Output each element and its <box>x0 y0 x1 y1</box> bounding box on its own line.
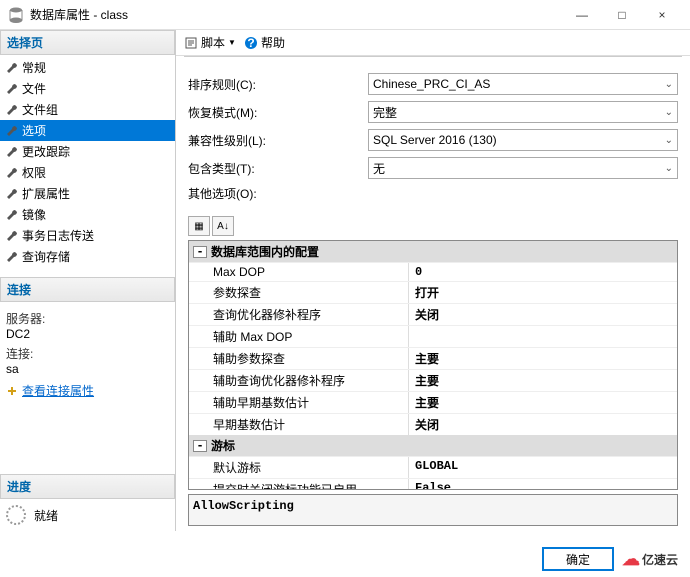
wrench-icon <box>6 83 18 95</box>
prop-row[interactable]: 默认游标GLOBAL <box>189 456 677 478</box>
prop-category[interactable]: -游标 <box>189 435 677 456</box>
svg-text:?: ? <box>247 36 254 50</box>
wrench-icon <box>6 209 18 221</box>
select-page-header: 选择页 <box>0 30 175 55</box>
script-icon <box>184 36 198 50</box>
nav-item-8[interactable]: 事务日志传送 <box>0 225 175 246</box>
nav-item-5[interactable]: 权限 <box>0 162 175 183</box>
nav-item-2[interactable]: 文件组 <box>0 99 175 120</box>
recovery-label: 恢复模式(M): <box>188 104 368 121</box>
progress-status: 就绪 <box>34 507 58 524</box>
server-label: 服务器: <box>6 310 169 327</box>
prop-row[interactable]: 提交时关闭游标功能已启用False <box>189 478 677 490</box>
nav-item-6[interactable]: 扩展属性 <box>0 183 175 204</box>
close-button[interactable]: × <box>642 1 682 29</box>
dropdown-arrow-icon: ▼ <box>228 38 236 47</box>
prop-row[interactable]: 参数探查打开 <box>189 281 677 303</box>
wrench-icon <box>6 230 18 242</box>
grid-categorize-button[interactable]: ▦ <box>188 216 210 236</box>
compat-label: 兼容性级别(L): <box>188 132 368 149</box>
server-value: DC2 <box>6 327 169 341</box>
ok-button[interactable]: 确定 <box>542 547 614 571</box>
logo: ☁亿速云 <box>622 549 678 570</box>
sidebar: 选择页 常规文件文件组选项更改跟踪权限扩展属性镜像事务日志传送查询存储 连接 服… <box>0 30 175 531</box>
prop-category[interactable]: -数据库范围内的配置 <box>189 241 677 262</box>
content-area: 脚本 ▼ ? 帮助 排序规则(C): Chinese_PRC_CI_AS⌄ 恢复… <box>175 30 690 531</box>
property-description: AllowScripting <box>188 494 678 526</box>
prop-row[interactable]: 辅助查询优化器修补程序主要 <box>189 369 677 391</box>
connection-icon <box>6 385 18 397</box>
conn-value: sa <box>6 362 169 376</box>
nav-item-9[interactable]: 查询存储 <box>0 246 175 267</box>
progress-header: 进度 <box>0 474 175 499</box>
cloud-icon: ☁ <box>622 549 640 570</box>
connection-header: 连接 <box>0 277 175 302</box>
prop-row[interactable]: 辅助参数探查主要 <box>189 347 677 369</box>
nav-item-0[interactable]: 常规 <box>0 57 175 78</box>
content-toolbar: 脚本 ▼ ? 帮助 <box>176 30 690 56</box>
nav-list: 常规文件文件组选项更改跟踪权限扩展属性镜像事务日志传送查询存储 <box>0 55 175 269</box>
collation-label: 排序规则(C): <box>188 76 368 93</box>
progress-spinner <box>6 505 26 525</box>
title-bar: 数据库属性 - class — □ × <box>0 0 690 30</box>
maximize-button[interactable]: □ <box>602 1 642 29</box>
collation-select[interactable]: Chinese_PRC_CI_AS⌄ <box>368 73 678 95</box>
nav-item-1[interactable]: 文件 <box>0 78 175 99</box>
wrench-icon <box>6 167 18 179</box>
compat-select[interactable]: SQL Server 2016 (130)⌄ <box>368 129 678 151</box>
wrench-icon <box>6 62 18 74</box>
prop-row[interactable]: Max DOP0 <box>189 262 677 281</box>
containment-select[interactable]: 无⌄ <box>368 157 678 179</box>
script-button[interactable]: 脚本 ▼ <box>184 34 236 51</box>
grid-toolbar: ▦ A↓ <box>176 214 690 238</box>
prop-row[interactable]: 查询优化器修补程序关闭 <box>189 303 677 325</box>
help-icon: ? <box>244 36 258 50</box>
button-bar: 确定 ☁亿速云 <box>542 547 678 571</box>
database-icon <box>8 7 24 23</box>
nav-item-3[interactable]: 选项 <box>0 120 175 141</box>
conn-label: 连接: <box>6 345 169 362</box>
wrench-icon <box>6 146 18 158</box>
property-grid[interactable]: -数据库范围内的配置Max DOP0参数探查打开查询优化器修补程序关闭辅助 Ma… <box>188 240 678 490</box>
recovery-select[interactable]: 完整⌄ <box>368 101 678 123</box>
form-area: 排序规则(C): Chinese_PRC_CI_AS⌄ 恢复模式(M): 完整⌄… <box>176 63 690 214</box>
help-button[interactable]: ? 帮助 <box>244 34 285 51</box>
wrench-icon <box>6 104 18 116</box>
collapse-icon[interactable]: - <box>193 440 207 452</box>
minimize-button[interactable]: — <box>562 1 602 29</box>
view-connection-link[interactable]: 查看连接属性 <box>6 382 169 399</box>
grid-alpha-button[interactable]: A↓ <box>212 216 234 236</box>
window-title: 数据库属性 - class <box>30 6 562 23</box>
wrench-icon <box>6 251 18 263</box>
nav-item-7[interactable]: 镜像 <box>0 204 175 225</box>
wrench-icon <box>6 125 18 137</box>
prop-row[interactable]: 早期基数估计关闭 <box>189 413 677 435</box>
other-options-label: 其他选项(O): <box>188 185 368 202</box>
collapse-icon[interactable]: - <box>193 246 207 258</box>
prop-row[interactable]: 辅助 Max DOP <box>189 325 677 347</box>
nav-item-4[interactable]: 更改跟踪 <box>0 141 175 162</box>
prop-row[interactable]: 辅助早期基数估计主要 <box>189 391 677 413</box>
wrench-icon <box>6 188 18 200</box>
containment-label: 包含类型(T): <box>188 160 368 177</box>
